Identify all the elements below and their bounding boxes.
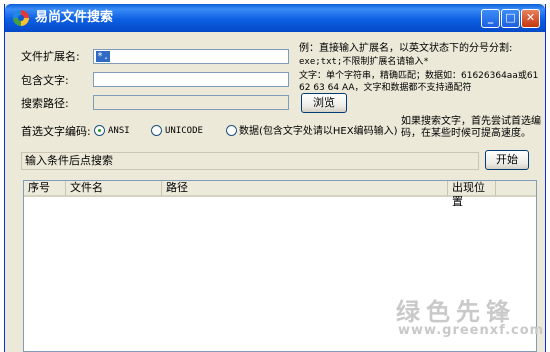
column-header-position[interactable]: 出现位置 — [448, 181, 496, 208]
radio-unicode[interactable] — [151, 125, 162, 136]
path-input[interactable] — [93, 95, 289, 110]
radio-unicode-label: UNICODE — [165, 126, 203, 136]
column-header-path[interactable]: 路径 — [162, 181, 448, 197]
ext-hint-line2: exe;txt;不限制扩展名请输入* — [299, 57, 429, 67]
ext-label: 文件扩展名: — [21, 50, 80, 63]
ext-input-value: *. — [96, 51, 111, 62]
contains-label: 包含文字: — [21, 74, 69, 87]
window-title: 易尚文件搜索 — [35, 10, 114, 25]
contains-input[interactable] — [93, 72, 289, 87]
title-bar[interactable]: 易尚文件搜索 _ □ ✕ — [5, 4, 545, 32]
encoding-label: 首选文字编码: — [21, 125, 91, 138]
encoding-hint-line1: 如果搜索文字，首先尝试首选编 — [401, 116, 541, 127]
maximize-button[interactable]: □ — [501, 9, 520, 28]
start-button[interactable]: 开始 — [485, 150, 529, 170]
contains-hint-line1: 文字：单个字符串，精确匹配；数据如：61626364aa或61 — [299, 71, 539, 81]
radio-ansi[interactable] — [94, 125, 105, 136]
browse-button[interactable]: 浏览 — [301, 93, 347, 113]
ext-input[interactable]: *. — [93, 49, 289, 64]
column-header-index[interactable]: 序号 — [24, 181, 66, 197]
radio-ansi-label: ANSI — [108, 126, 130, 136]
minimize-button[interactable]: _ — [481, 9, 500, 28]
radio-data[interactable] — [226, 125, 237, 136]
watermark-url: www.greenxf.com — [398, 323, 545, 338]
watermark-logo: 绿色先锋 — [396, 298, 516, 326]
encoding-hint-line2: 码，在某些时候可提高速度。 — [401, 128, 531, 139]
column-header-filename[interactable]: 文件名 — [66, 181, 162, 197]
ext-hint-line1: 例：直接输入扩展名，以英文状态下的分号分割: — [299, 43, 513, 54]
status-bar: 输入条件后点搜索 — [21, 152, 479, 170]
path-label: 搜索路径: — [21, 97, 69, 110]
close-button[interactable]: ✕ — [521, 9, 540, 28]
app-icon — [13, 10, 29, 26]
column-header-filler — [496, 181, 536, 197]
radio-data-label: 数据(包含文字处请以HEX编码输入) — [239, 126, 398, 137]
